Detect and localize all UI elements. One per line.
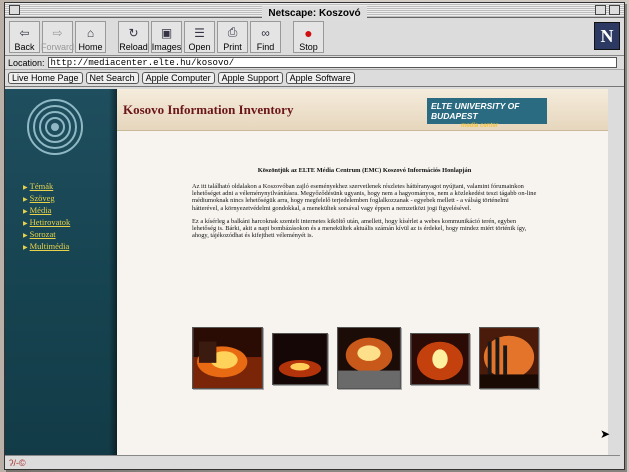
directory-bar: Live Home Page Net Search Apple Computer… [5,70,624,87]
directory-button-apple-computer[interactable]: Apple Computer [141,72,215,84]
mouse-pointer-icon: ➤ [600,427,611,441]
forward-arrow-icon: ⇨ [52,25,63,40]
nav-link-sorozat[interactable]: Sorozat [23,229,70,241]
netscape-logo[interactable]: N [594,22,620,50]
binoculars-icon: ∞ [261,25,270,40]
images-button[interactable]: ▣ Images [151,20,182,53]
printer-icon: ⎙ [227,25,238,39]
directory-button-apple-support[interactable]: Apple Support [217,72,283,84]
target-circles-logo [27,99,83,155]
find-button[interactable]: ∞ Find [250,20,281,53]
photo-burning-building[interactable] [192,327,263,389]
nav-link-temak[interactable]: Témák [23,181,70,193]
directory-button-apple-software[interactable]: Apple Software [285,72,355,84]
photo-refinery[interactable] [479,327,539,389]
nav-link-szoveg[interactable]: Szöveg [23,193,70,205]
stop-button[interactable]: ● Stop [293,20,324,53]
open-button[interactable]: ☰ Open [184,20,215,53]
intro-paragraph-2: Ez a kísérleg a balkáni harcoknak szente… [192,217,527,240]
photo-explosion[interactable] [410,333,470,385]
title-bar[interactable]: Netscape: Koszovó [5,3,624,21]
elte-logo[interactable]: ELTE UNIVERSITY OF BUDAPEST media center [427,98,547,129]
reload-button[interactable]: ↻ Reload [118,20,149,53]
nav-link-media[interactable]: Média [23,205,70,217]
location-label: Location: [8,57,45,68]
page-title: Kosovo Information Inventory [123,102,294,117]
forward-button[interactable]: ⇨ Forward [41,20,74,53]
welcome-heading: Köszöntjük az ELTE Média Centrum (EMC) K… [257,167,472,174]
location-bar: Location: [5,56,624,70]
photo-ruins[interactable] [337,327,401,389]
page-header: Kosovo Information Inventory ELTE UNIVER… [117,89,608,131]
navigation-toolbar: ⇦ Back ⇨ Forward ⌂ Home ↻ Reload ▣ Images ☰ Op… [5,18,624,56]
intro-paragraph-1: Az itt található oldalakon a Koszovóban … [192,183,537,212]
collapse-box[interactable] [609,5,620,15]
stop-icon: ● [304,24,313,41]
main-pane: Kosovo Information Inventory ELTE UNIVER… [117,89,608,455]
nav-links: Témák Szöveg Média Hetirovatok Sorozat M… [23,181,71,253]
home-icon: ⌂ [86,25,95,40]
directory-button-live-home-page[interactable]: Live Home Page [8,72,83,84]
home-button[interactable]: ⌂ Home [75,20,106,53]
intro-text: Köszöntjük az ELTE Média Centrum (EMC) K… [192,167,537,245]
photo-night-fire[interactable] [272,333,328,385]
status-text: ʔ/-© [9,457,26,468]
nav-link-multimedia[interactable]: Multimédia [23,241,70,253]
zoom-box[interactable] [595,5,606,15]
page-content: Témák Szöveg Média Hetirovatok Sorozat M… [5,89,608,456]
side-navigation: Témák Szöveg Média Hetirovatok Sorozat M… [5,89,117,455]
status-bar: ʔ/-© [5,455,620,469]
location-input[interactable] [47,57,617,68]
back-arrow-icon: ⇦ [19,25,30,40]
print-button[interactable]: ⎙ Print [217,20,248,53]
open-icon: ☰ [194,25,205,40]
reload-icon: ↻ [128,25,139,40]
photo-strip [192,327,539,389]
images-icon: ▣ [160,25,173,40]
close-box[interactable] [9,5,20,15]
directory-button-net-search[interactable]: Net Search [85,72,139,84]
nav-link-hetirovatok[interactable]: Hetirovatok [23,217,71,229]
back-button[interactable]: ⇦ Back [9,20,40,53]
